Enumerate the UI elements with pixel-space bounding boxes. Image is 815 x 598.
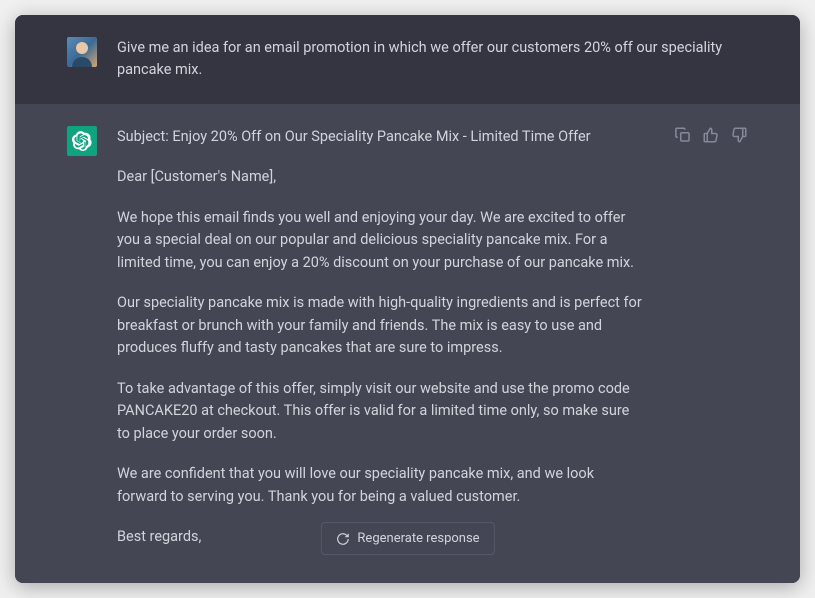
chat-window: Give me an idea for an email promotion i… — [15, 15, 800, 583]
thumbs-down-icon[interactable] — [730, 126, 748, 144]
assistant-message-row: Subject: Enjoy 20% Off on Our Speciality… — [15, 104, 800, 583]
regenerate-container: Regenerate response — [320, 522, 494, 555]
openai-logo-icon — [72, 131, 92, 151]
email-paragraph-1: We hope this email finds you well and en… — [117, 207, 644, 274]
email-greeting: Dear [Customer's Name], — [117, 166, 644, 188]
refresh-icon — [335, 532, 349, 546]
user-avatar — [67, 37, 97, 67]
email-paragraph-2: Our speciality pancake mix is made with … — [117, 292, 644, 359]
user-message-text: Give me an idea for an email promotion i… — [117, 37, 748, 82]
assistant-avatar — [67, 126, 97, 156]
message-actions — [674, 126, 748, 144]
assistant-message-content: Subject: Enjoy 20% Off on Our Speciality… — [117, 126, 644, 549]
email-paragraph-3: To take advantage of this offer, simply … — [117, 378, 644, 445]
regenerate-label: Regenerate response — [357, 531, 479, 546]
thumbs-up-icon[interactable] — [702, 126, 720, 144]
copy-icon[interactable] — [674, 126, 692, 144]
email-subject-line: Subject: Enjoy 20% Off on Our Speciality… — [117, 126, 644, 148]
email-paragraph-4: We are confident that you will love our … — [117, 463, 644, 508]
regenerate-button[interactable]: Regenerate response — [320, 522, 494, 555]
user-message-row: Give me an idea for an email promotion i… — [15, 15, 800, 104]
